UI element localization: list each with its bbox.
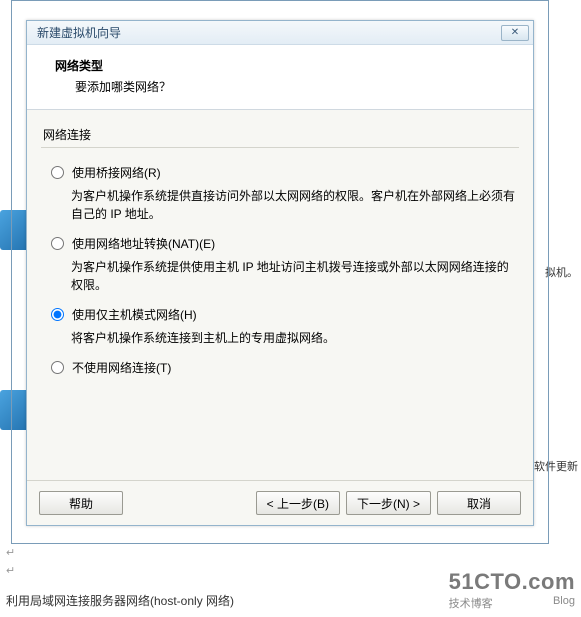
watermark-sub1: 技术博客 [449,595,493,611]
radio-hostonly[interactable] [51,308,64,321]
dialog-footer: 帮助 < 上一步(B) 下一步(N) > 取消 [27,480,533,525]
dialog-title: 新建虚拟机向导 [37,24,501,41]
return-mark: ↵ [6,546,15,559]
option-none[interactable]: 不使用网络连接(T) [41,353,519,380]
dialog-header: 网络类型 要添加哪类网络？ [27,45,533,110]
option-nat[interactable]: 使用网络地址转换(NAT)(E) [41,229,519,256]
option-label: 不使用网络连接(T) [72,359,171,376]
header-subtitle: 要添加哪类网络？ [75,78,513,95]
option-bridged[interactable]: 使用桥接网络(R) [41,158,519,185]
back-button[interactable]: < 上一步(B) [256,491,340,515]
option-hostonly[interactable]: 使用仅主机模式网络(H) [41,300,519,327]
bg-text-fragment: 拟机。 [545,264,578,280]
option-label: 使用仅主机模式网络(H) [72,306,197,323]
help-button[interactable]: 帮助 [39,491,123,515]
radio-nat[interactable] [51,237,64,250]
return-mark: ↵ [6,564,15,577]
caption-text: 利用局域网连接服务器网络(host-only 网络) [6,592,234,609]
radio-none[interactable] [51,361,64,374]
dialog-body: 网络连接 使用桥接网络(R) 为客户机操作系统提供直接访问外部以太网网络的权限。… [27,110,533,480]
spacer [129,491,250,515]
header-title: 网络类型 [55,57,513,74]
option-desc: 将客户机操作系统连接到主机上的专用虚拟网络。 [71,329,519,347]
section-label: 网络连接 [43,126,519,143]
next-button[interactable]: 下一步(N) > [346,491,431,515]
divider [41,147,519,148]
watermark-sub2: Blog [553,595,575,611]
option-desc: 为客户机操作系统提供直接访问外部以太网网络的权限。客户机在外部网络上必须有自己的… [71,187,519,223]
close-button[interactable]: ✕ [501,25,529,41]
watermark-main: 51CTO.com [449,569,575,595]
watermark: 51CTO.com 技术博客 Blog [449,569,575,611]
titlebar: 新建虚拟机向导 ✕ [27,21,533,45]
radio-bridged[interactable] [51,166,64,179]
close-icon: ✕ [511,27,519,38]
wizard-dialog: 新建虚拟机向导 ✕ 网络类型 要添加哪类网络？ 网络连接 使用桥接网络(R) 为… [26,20,534,526]
option-label: 使用网络地址转换(NAT)(E) [72,235,215,252]
cancel-button[interactable]: 取消 [437,491,521,515]
option-desc: 为客户机操作系统提供使用主机 IP 地址访问主机拨号连接或外部以太网网络连接的权… [71,258,519,294]
option-label: 使用桥接网络(R) [72,164,161,181]
